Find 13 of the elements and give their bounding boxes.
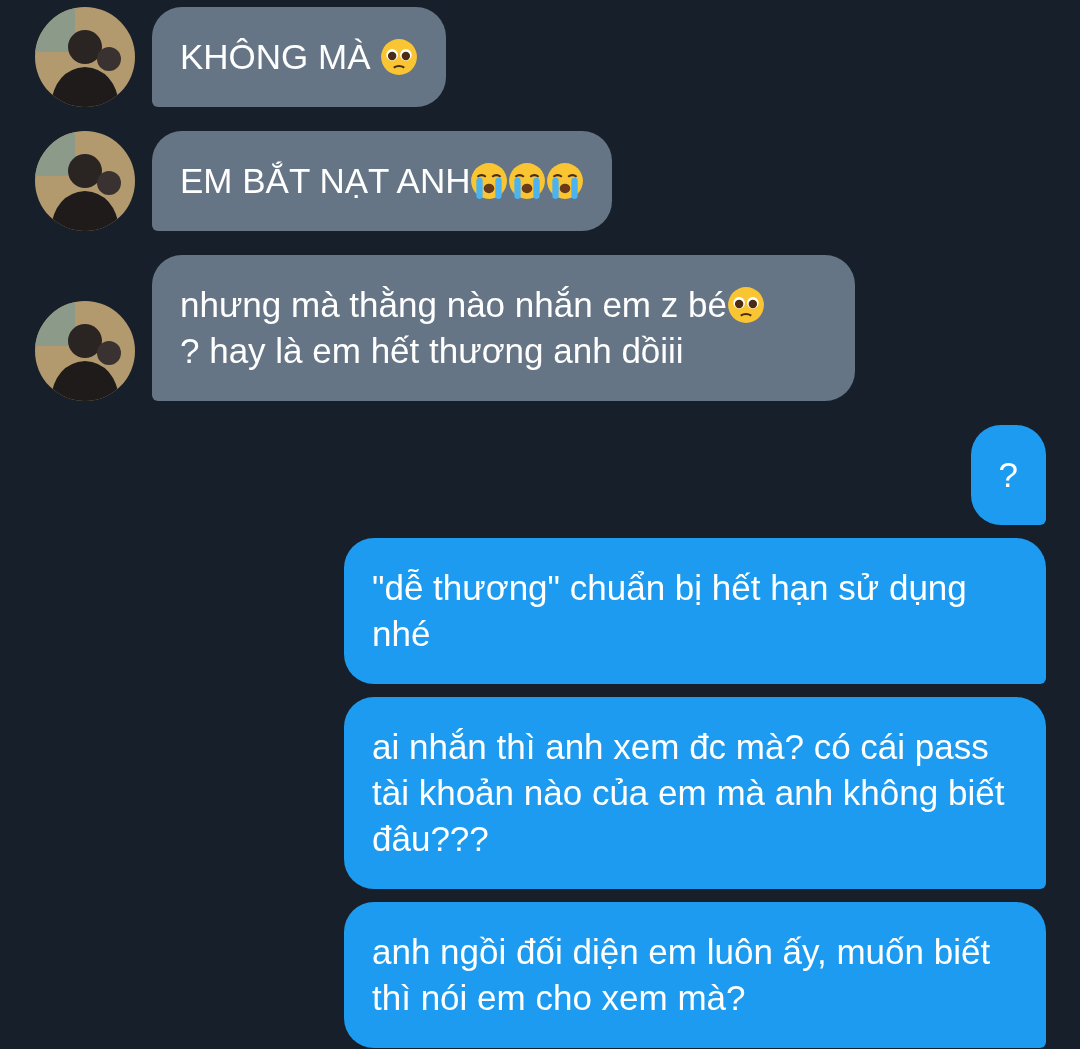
message-text: KHÔNG MÀ bbox=[180, 37, 372, 76]
crying-face-icon bbox=[508, 162, 547, 200]
crying-face-icon bbox=[470, 162, 509, 200]
message-text: anh ngồi đối diện em luôn ấy, muốn biết thì nói em cho xem mà? bbox=[372, 932, 991, 1017]
message-text: "dễ thương" chuẩn bị hết hạn sử dụng nhé bbox=[372, 568, 967, 653]
pleading-face-icon bbox=[380, 38, 419, 76]
message-text: ai nhắn thì anh xem đc mà? có cái pass tài khoản nào của em mà anh không biết đâu??? bbox=[372, 727, 1005, 858]
message-text: EM BẮT NẠT ANH bbox=[180, 161, 471, 200]
message-text: ? hay là em hết thương anh dồiii bbox=[180, 331, 684, 370]
pleading-face-icon bbox=[726, 286, 765, 324]
crying-face-icon bbox=[546, 162, 585, 200]
message-text: ? bbox=[998, 455, 1018, 494]
message-text: nhưng mà thằng nào nhắn em z bé bbox=[180, 285, 727, 324]
